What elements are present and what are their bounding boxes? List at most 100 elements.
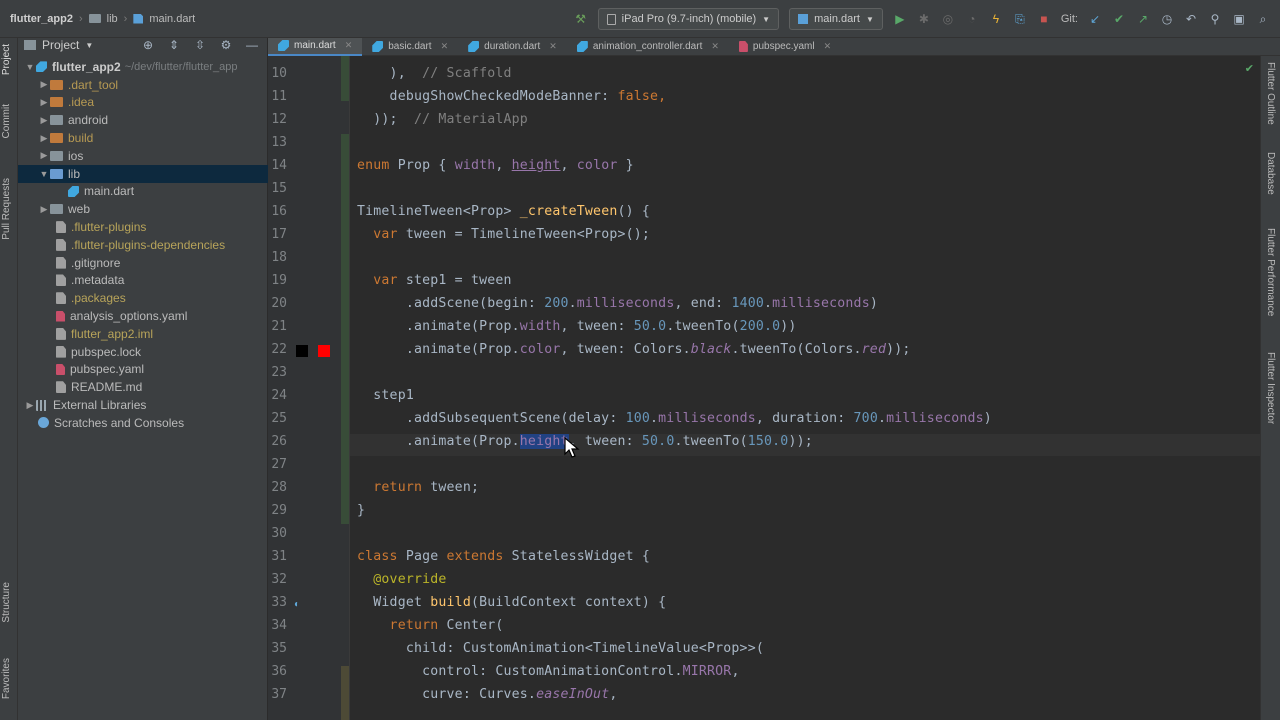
history-icon[interactable]: ◷ bbox=[1160, 12, 1174, 26]
tree-item-flutter-plugins-dependencies[interactable]: .flutter-plugins-dependencies bbox=[18, 236, 268, 254]
folder-icon bbox=[88, 14, 101, 23]
chevron-right-icon[interactable]: ▶ bbox=[24, 400, 36, 411]
stop-icon[interactable]: ■ bbox=[1037, 12, 1051, 26]
commit-tool-tab[interactable]: Commit bbox=[1, 104, 12, 138]
tree-item-scratches[interactable]: Scratches and Consoles bbox=[18, 414, 268, 432]
coverage-icon[interactable]: ◎ bbox=[941, 12, 955, 26]
git-push-icon[interactable]: ↗ bbox=[1136, 12, 1150, 26]
chevron-down-icon[interactable]: ▼ bbox=[24, 62, 36, 72]
breadcrumb-file[interactable]: main.dart bbox=[149, 13, 195, 25]
search-everywhere-icon[interactable]: ⚲ bbox=[1208, 12, 1222, 26]
tree-item-label: .idea bbox=[68, 95, 95, 110]
chevron-right-icon[interactable]: ▶ bbox=[38, 204, 50, 215]
tree-item-pubspec-lock[interactable]: pubspec.lock bbox=[18, 343, 268, 361]
database-tool-tab[interactable]: Database bbox=[1265, 152, 1276, 195]
tree-item-label: lib bbox=[68, 166, 81, 181]
tree-item-packages[interactable]: .packages bbox=[18, 289, 268, 307]
tree-item-main-dart[interactable]: main.dart bbox=[18, 183, 268, 201]
run-icon[interactable]: ▶ bbox=[893, 12, 907, 26]
hot-restart-icon[interactable]: ⎘ bbox=[1013, 12, 1027, 26]
chevron-down-icon: ▼ bbox=[762, 14, 771, 24]
tree-item-web[interactable]: ▶ web bbox=[18, 200, 268, 218]
code-editor[interactable]: ), // Scaffold debugShowCheckedModeBanne… bbox=[350, 56, 1260, 720]
hot-reload-icon[interactable]: ϟ bbox=[989, 12, 1003, 26]
inspection-ok-icon[interactable]: ✔ bbox=[1245, 62, 1254, 75]
vcs-change-marker[interactable] bbox=[341, 56, 349, 101]
tab-main-dart[interactable]: main.dart ✕ bbox=[268, 37, 363, 56]
tab-label: duration.dart bbox=[484, 41, 541, 52]
rollback-icon[interactable]: ↶ bbox=[1184, 12, 1198, 26]
chevron-right-icon[interactable]: ▶ bbox=[38, 133, 50, 144]
tree-item-analysis-options[interactable]: analysis_options.yaml bbox=[18, 307, 268, 325]
run-config-selector[interactable]: main.dart ▼ bbox=[789, 8, 883, 30]
close-icon[interactable]: ✕ bbox=[711, 41, 719, 52]
tree-item-gitignore[interactable]: .gitignore bbox=[18, 254, 268, 272]
code-line-32: @override bbox=[357, 572, 447, 587]
breadcrumb-project[interactable]: flutter_app2 bbox=[10, 13, 73, 25]
code-line-12: )); // MaterialApp bbox=[357, 112, 528, 127]
tree-item-label: build bbox=[68, 131, 94, 146]
project-structure-icon[interactable]: ▣ bbox=[1232, 12, 1246, 26]
folder-icon bbox=[50, 115, 63, 126]
file-icon bbox=[56, 292, 66, 305]
locate-file-icon[interactable]: ⊕ bbox=[141, 38, 155, 52]
code-line-33: Widget build(BuildContext context) { bbox=[357, 595, 667, 610]
tree-item-lib[interactable]: ▼ lib bbox=[18, 164, 268, 183]
build-hammer-icon[interactable]: ⚒ bbox=[574, 12, 588, 26]
line-number: 13 bbox=[271, 135, 287, 150]
close-icon[interactable]: ✕ bbox=[441, 41, 449, 52]
device-selector[interactable]: iPad Pro (9.7-inch) (mobile) ▼ bbox=[597, 8, 780, 30]
tab-duration-dart[interactable]: duration.dart ✕ bbox=[458, 38, 567, 56]
chevron-right-icon[interactable]: ▶ bbox=[38, 115, 50, 126]
vcs-change-marker[interactable] bbox=[341, 134, 349, 524]
git-commit-icon[interactable]: ✔ bbox=[1112, 12, 1126, 26]
tree-item-idea[interactable]: ▶ .idea bbox=[18, 94, 268, 112]
pull-requests-tool-tab[interactable]: Pull Requests bbox=[1, 178, 12, 240]
line-number-gutter[interactable]: 10 11 12 13 14 15 16 17 18 19 20 21 22 2… bbox=[268, 56, 378, 720]
git-update-icon[interactable]: ↙ bbox=[1088, 12, 1102, 26]
breadcrumb-separator: › bbox=[78, 12, 83, 25]
settings-gear-icon[interactable]: ⚙ bbox=[219, 38, 233, 52]
close-icon[interactable]: ✕ bbox=[824, 41, 832, 52]
tree-item-label: ios bbox=[68, 148, 84, 163]
color-swatch-red[interactable] bbox=[318, 345, 330, 357]
chevron-right-icon[interactable]: ▶ bbox=[38, 79, 50, 90]
tab-pubspec-yaml[interactable]: pubspec.yaml ✕ bbox=[729, 38, 841, 56]
tree-item-android[interactable]: ▶ android bbox=[18, 111, 268, 129]
expand-all-icon[interactable]: ⇕ bbox=[167, 38, 181, 52]
debug-icon[interactable]: ✱ bbox=[917, 12, 931, 26]
chevron-right-icon[interactable]: ▶ bbox=[38, 97, 50, 108]
tree-item-flutter-plugins[interactable]: .flutter-plugins bbox=[18, 218, 268, 236]
tree-item-flutter-app2-iml[interactable]: flutter_app2.iml bbox=[18, 325, 268, 343]
breadcrumb-folder[interactable]: lib bbox=[107, 13, 118, 25]
close-icon[interactable]: ✕ bbox=[549, 41, 557, 52]
override-marker-icon[interactable]: ◐ bbox=[294, 599, 300, 610]
tree-item-external-libraries[interactable]: ▶ External Libraries bbox=[18, 396, 268, 414]
close-icon[interactable]: ✕ bbox=[345, 40, 353, 51]
tab-animation-controller-dart[interactable]: animation_controller.dart ✕ bbox=[567, 38, 729, 56]
tree-item-dart-tool[interactable]: ▶ .dart_tool bbox=[18, 76, 268, 94]
tree-item-ios[interactable]: ▶ ios bbox=[18, 147, 268, 165]
favorites-tool-tab[interactable]: Favorites bbox=[1, 658, 12, 699]
flutter-outline-tool-tab[interactable]: Flutter Outline bbox=[1265, 62, 1276, 125]
vcs-change-marker[interactable] bbox=[341, 666, 349, 720]
search-icon[interactable]: ⌕ bbox=[1256, 12, 1270, 26]
tree-item-pubspec-yaml[interactable]: pubspec.yaml bbox=[18, 361, 268, 379]
tree-item-build[interactable]: ▶ build bbox=[18, 129, 268, 147]
flutter-performance-tool-tab[interactable]: Flutter Performance bbox=[1265, 228, 1276, 316]
tab-basic-dart[interactable]: basic.dart ✕ bbox=[362, 38, 458, 56]
profile-icon[interactable]: ◔ bbox=[965, 12, 979, 26]
tree-item-readme[interactable]: README.md bbox=[18, 378, 268, 396]
yaml-file-icon bbox=[738, 41, 748, 52]
chevron-right-icon[interactable]: ▶ bbox=[38, 150, 50, 161]
hide-panel-icon[interactable]: — bbox=[245, 38, 259, 52]
line-number: 11 bbox=[271, 89, 287, 104]
tree-root[interactable]: ▼ flutter_app2 ~/dev/flutter/flutter_app bbox=[18, 58, 268, 76]
color-swatch-black[interactable] bbox=[296, 345, 308, 357]
flutter-inspector-tool-tab[interactable]: Flutter Inspector bbox=[1265, 352, 1276, 424]
tree-item-metadata[interactable]: .metadata bbox=[18, 272, 268, 290]
structure-tool-tab[interactable]: Structure bbox=[1, 582, 12, 623]
chevron-down-icon[interactable]: ▼ bbox=[38, 169, 50, 179]
project-tool-tab[interactable]: Project bbox=[1, 44, 12, 75]
collapse-all-icon[interactable]: ⇳ bbox=[193, 38, 207, 52]
